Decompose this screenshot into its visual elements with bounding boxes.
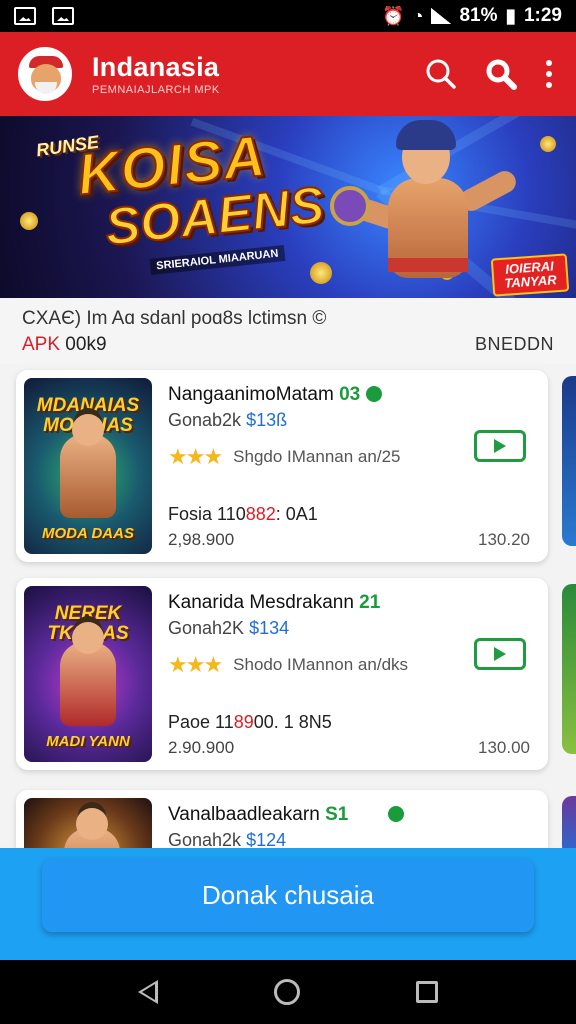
- app-downloads: 2.90.900: [168, 738, 235, 757]
- app-size: 130.20: [478, 530, 530, 549]
- promo-banner[interactable]: RUNSE KOISA SOAENS SRIERAIOL MIAARUAN IO…: [0, 116, 576, 298]
- app-meta: Paoe 118900. 1 8N5: [168, 712, 332, 732]
- battery-icon: ▮: [505, 5, 516, 27]
- verified-icon: [366, 386, 383, 402]
- screen: ⏰ ◔ 81% ▮ 1:29 Indanasia PEMNAIAJLARCH M…: [0, 0, 576, 1024]
- app-card[interactable]: MDANAIAS MODAIAS MODA DAAS NangaanimoMat…: [16, 370, 548, 562]
- section-header: CXAЄ) Im Aɑ sdanl poɑ8s lctimsn © APK 00…: [0, 298, 576, 364]
- clock: 1:29: [523, 5, 562, 26]
- star-rating-icon: ★★★: [168, 652, 223, 677]
- battery-level: 81%: [459, 5, 498, 26]
- signal-icon: [431, 8, 452, 24]
- back-icon[interactable]: [138, 980, 158, 1004]
- primary-action-button[interactable]: Donak chusaia: [42, 858, 534, 932]
- system-navigation-bar: [0, 960, 576, 1024]
- install-button[interactable]: [474, 638, 526, 670]
- next-card-peek[interactable]: [562, 796, 576, 856]
- app-name: NangaanimoMatam 03: [168, 384, 383, 406]
- app-logo[interactable]: [18, 47, 72, 101]
- app-rating: ★★★ Shodo IMannon an/dks: [168, 652, 409, 677]
- home-icon[interactable]: [274, 979, 300, 1005]
- next-card-peek[interactable]: [562, 584, 576, 754]
- app-thumbnail: MDANAIAS MODAIAS MODA DAAS: [24, 378, 152, 554]
- verified-icon: [388, 806, 405, 822]
- wifi-icon: ◔: [412, 5, 424, 26]
- app-thumbnail: NEREK TKOOAS MADI YANN: [24, 586, 152, 762]
- install-button[interactable]: [474, 430, 526, 462]
- play-icon: [494, 647, 506, 661]
- play-icon: [494, 439, 506, 453]
- more-options-icon[interactable]: [544, 59, 554, 89]
- recent-apps-icon[interactable]: [416, 981, 438, 1003]
- image-notification-icon: [52, 7, 74, 25]
- section-tag: APK 00k9: [22, 334, 107, 355]
- section-title: CXAЄ) Im Aɑ sdanl poɑ8s lctimsn ©: [22, 308, 327, 329]
- app-name: Vanalbaadleakarn S1: [168, 804, 405, 826]
- section-sort-link[interactable]: BNEDDN: [475, 334, 554, 356]
- app-card[interactable]: NEREK TKOOAS MADI YANN Kanarida Mesdraka…: [16, 578, 548, 770]
- banner-corner-badge: IOIERAI TANYAR: [490, 253, 570, 297]
- app-downloads: 2,98.900: [168, 530, 235, 549]
- search-icon[interactable]: [424, 57, 458, 91]
- app-meta: Fosia 110882: 0A1: [168, 504, 318, 524]
- app-price-line: Gonab2k $13ß: [168, 410, 288, 430]
- app-size: 130.00: [478, 738, 530, 757]
- cta-label: Donak chusaia: [202, 879, 374, 910]
- app-price-line: Gonah2K $134: [168, 618, 290, 638]
- search-bold-icon[interactable]: [484, 57, 518, 91]
- status-bar: ⏰ ◔ 81% ▮ 1:29: [0, 0, 576, 32]
- app-bar: Indanasia PEMNAIAJLARCH MPK: [0, 32, 576, 116]
- alarm-icon: ⏰: [382, 5, 405, 26]
- star-rating-icon: ★★★: [168, 444, 223, 469]
- next-card-peek[interactable]: [562, 376, 576, 546]
- gallery-notification-icon: [14, 7, 36, 25]
- app-name: Kanarida Mesdrakann 21: [168, 592, 381, 613]
- app-title: Indanasia: [92, 52, 220, 82]
- app-rating: ★★★ Shgdo IMannan an/25: [168, 444, 401, 469]
- banner-title: KOISA SOAENS: [73, 122, 328, 258]
- app-subtitle: PEMNAIAJLARCH MPK: [92, 84, 220, 96]
